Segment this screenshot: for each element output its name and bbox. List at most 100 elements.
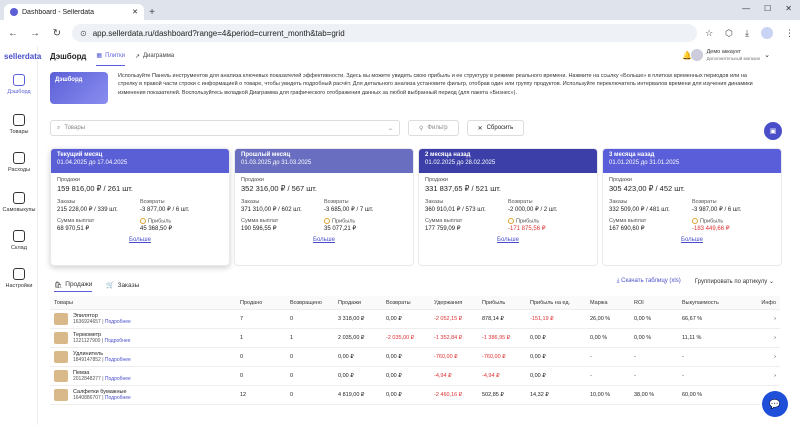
group-by-select[interactable]: Группировать по артикулу ⌄ — [695, 278, 774, 285]
logo[interactable]: sellerdata — [4, 52, 41, 61]
chat-button[interactable]: 💬 — [762, 391, 788, 417]
sidebar-item-3[interactable]: Самовыкупы — [0, 192, 38, 213]
minimize-button[interactable]: — — [742, 4, 750, 13]
tab-orders[interactable]: 🛒 Заказы — [106, 278, 139, 292]
table-cell: - — [634, 354, 636, 360]
payout-label: Сумма выплат — [241, 218, 279, 224]
settings-icon — [13, 268, 25, 280]
product-search[interactable]: ⌕ Товары ⌄ — [50, 120, 400, 136]
product-cell: Удлинитель 1849147852 | Подробнее — [50, 351, 236, 363]
card-period: Прошлый месяц — [241, 152, 291, 158]
calendar-icon: ▣ — [769, 128, 777, 135]
coin-icon — [324, 218, 330, 224]
table-row[interactable]: Термометр 1221127900 | Подробнее 1 1 2 035,0… — [50, 329, 780, 348]
more-link[interactable]: Больше — [609, 237, 775, 243]
product-sku-line: 1640886707 | Подробнее — [73, 395, 131, 401]
payout-value: 68 970,51 ₽ — [57, 226, 90, 232]
window-close-button[interactable]: ✕ — [785, 4, 792, 13]
table-cell: -4,94 ₽ — [482, 373, 500, 379]
table-cell: 0,00 % — [590, 335, 608, 341]
card-body: Продажи 159 816,00 ₽ / 261 шт. Заказы 215 2… — [51, 173, 229, 247]
more-link[interactable]: Больше — [57, 237, 223, 243]
column-header[interactable]: ROI — [630, 300, 678, 306]
table-cell: - — [590, 354, 592, 360]
reset-button[interactable]: ✕ Сбросить — [466, 120, 525, 136]
sidebar-item-label: Расходы — [7, 167, 31, 173]
column-header[interactable]: Продажи — [334, 300, 382, 306]
forward-button[interactable]: → — [28, 28, 42, 39]
period-card[interactable]: Прошлый месяц 01.03.2025 до 31.03.2025 Про… — [234, 148, 414, 266]
column-header[interactable]: Возвраты — [382, 300, 430, 306]
card-dates: 01.02.2025 до 28.02.2025 — [425, 160, 496, 166]
product: Эпилятор 1636924657 | Подробнее — [54, 313, 232, 325]
chevron-down-icon: ⌄ — [768, 279, 774, 285]
column-header[interactable]: Выкупаемость — [678, 300, 730, 306]
more-link[interactable]: Больше — [241, 237, 407, 243]
table-cell: 0 — [290, 392, 294, 398]
column-header[interactable]: Товары — [50, 300, 236, 306]
row-arrow-icon[interactable]: › — [730, 316, 780, 322]
tab-chart[interactable]: ↗ Диаграмма — [135, 46, 174, 66]
row-arrow-icon[interactable]: › — [730, 373, 780, 379]
table-row[interactable]: Пемза 2012848277 | Подробнее 0 0 0,00 ₽ 0,00 … — [50, 367, 780, 386]
period-card[interactable]: 2 месяца назад 01.02.2025 до 28.02.2025 Пр… — [418, 148, 598, 266]
card-dates: 01.01.2025 до 31.01.2025 — [609, 160, 680, 166]
column-header[interactable]: Удержания — [430, 300, 478, 306]
new-tab-button[interactable]: + — [144, 4, 160, 20]
table-row[interactable]: Эпилятор 1636924657 | Подробнее 7 0 3 318,00… — [50, 310, 780, 329]
period-card[interactable]: 3 месяца назад 01.01.2025 до 31.01.2025 Пр… — [602, 148, 782, 266]
column-header[interactable]: Маржа — [586, 300, 630, 306]
column-header[interactable]: Продано — [236, 300, 286, 306]
address-bar[interactable]: ⊙ app.sellerdata.ru/dashboard?range=4&pe… — [72, 24, 698, 42]
profit-label: Прибыль — [508, 218, 591, 224]
star-icon[interactable]: ☆ — [705, 28, 713, 39]
table-row[interactable]: Салфетки бумажные 1640886707 | Подробнее 1… — [50, 386, 780, 405]
orders-label: Заказы — [609, 199, 628, 205]
details-link[interactable]: Подробнее — [105, 357, 131, 363]
profit-label-text: Прибыль — [332, 218, 356, 225]
sidebar-item-label: Товары — [9, 129, 29, 135]
details-link[interactable]: Подробнее — [105, 395, 131, 401]
table-cell: 4 819,00 ₽ — [338, 392, 365, 398]
back-button[interactable]: ← — [6, 28, 20, 39]
tab-tiles[interactable]: ▦ Плитки — [96, 46, 125, 66]
sidebar-item-0[interactable]: Дэшборд — [0, 74, 38, 95]
column-header[interactable]: Прибыль — [478, 300, 526, 306]
orders-block: Заказы 332 509,00 ₽ / 481 шт. — [609, 199, 692, 213]
tab-sales[interactable]: 🛍 Продажи — [54, 278, 93, 292]
sales-value: 352 316,00 ₽ / 567 шт. — [241, 184, 317, 193]
sidebar-item-1[interactable]: Товары — [0, 114, 38, 135]
product-cell: Термометр 1221127900 | Подробнее — [50, 332, 236, 344]
expenses-icon — [13, 152, 25, 164]
sidebar-item-5[interactable]: Настройки — [0, 268, 38, 289]
period-card[interactable]: Текущий месяц 01.04.2025 до 17.04.2025 Про… — [50, 148, 230, 266]
calendar-button[interactable]: ▣ — [764, 122, 782, 140]
column-header[interactable]: Прибыль на ед. — [526, 300, 586, 306]
details-link[interactable]: Подробнее — [105, 338, 131, 344]
more-link[interactable]: Больше — [425, 237, 591, 243]
download-icon[interactable]: ⤓ — [745, 28, 749, 39]
card-period: 2 месяца назад — [425, 152, 471, 158]
column-header[interactable]: Возвращено — [286, 300, 334, 306]
details-link[interactable]: Подробнее — [105, 376, 131, 382]
row-arrow-icon[interactable]: › — [730, 335, 780, 341]
user-menu[interactable]: Демо аккаунт Дополнительный магазин ⌄ — [690, 49, 770, 61]
table-cell: 502,85 ₽ — [482, 392, 504, 398]
extensions-icon[interactable]: ⬡ — [725, 28, 733, 39]
sidebar-item-4[interactable]: Склад — [0, 230, 38, 251]
table-row[interactable]: Удлинитель 1849147852 | Подробнее 0 0 0,00 ₽… — [50, 348, 780, 367]
sidebar-item-2[interactable]: Расходы — [0, 152, 38, 173]
column-header[interactable]: Инфо — [730, 300, 780, 306]
browser-tab[interactable]: Dashboard - Sellerdata ✕ — [4, 4, 144, 20]
row-arrow-icon[interactable]: › — [730, 354, 780, 360]
user-name: Демо аккаунт — [706, 49, 742, 56]
filter-button[interactable]: ⚲ Фильтр — [408, 120, 459, 136]
close-icon[interactable]: ✕ — [132, 8, 138, 16]
reload-button[interactable]: ↻ — [50, 28, 64, 39]
profile-avatar[interactable] — [761, 27, 773, 39]
menu-icon[interactable]: ⋮ — [785, 28, 794, 39]
download-table-link[interactable]: ⤓ Скачать таблицу (xls) — [617, 278, 681, 285]
maximize-button[interactable]: ☐ — [764, 4, 771, 13]
details-link[interactable]: Подробнее — [105, 319, 131, 325]
site-info-icon[interactable]: ⊙ — [80, 29, 87, 38]
